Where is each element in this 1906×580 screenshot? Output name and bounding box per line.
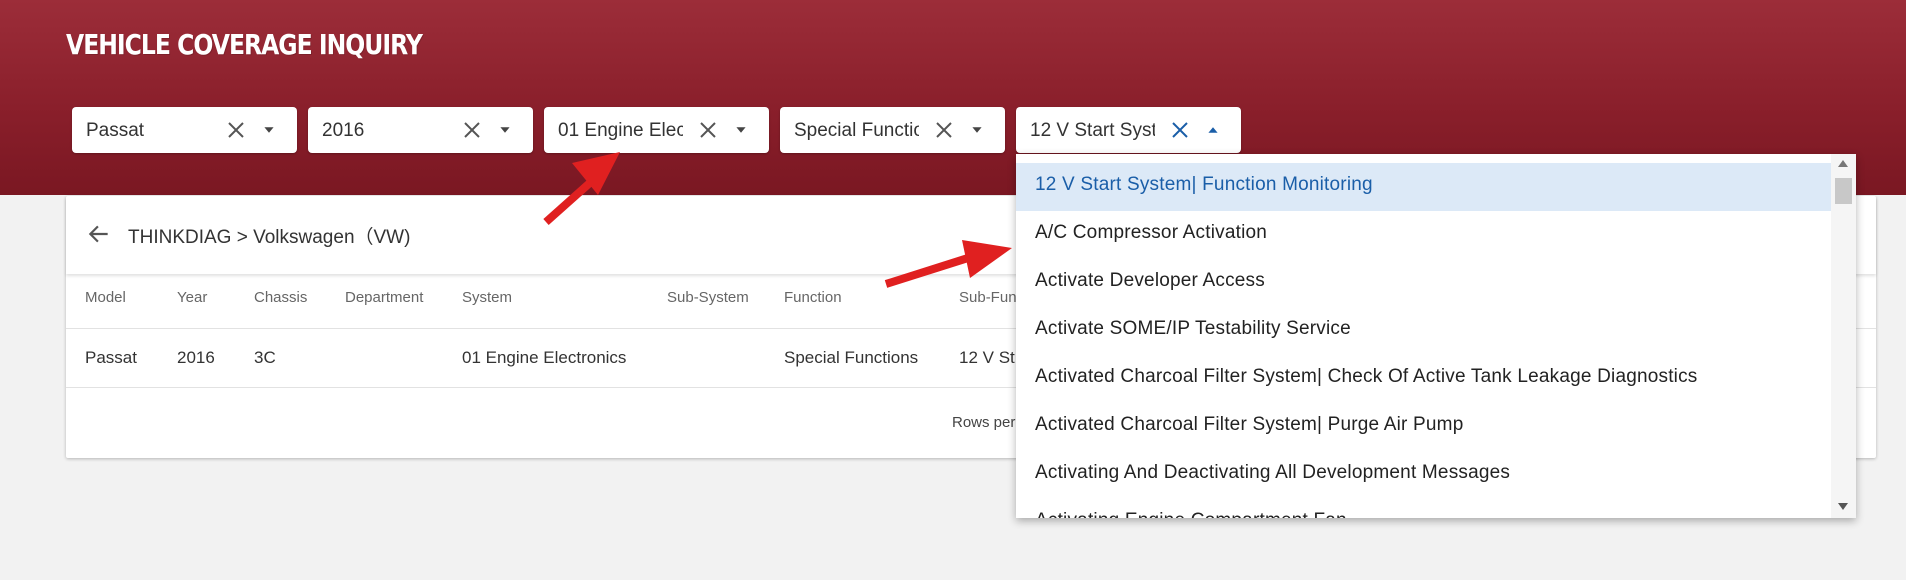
scroll-down-icon[interactable] — [1838, 503, 1848, 510]
table-cell-year: 2016 — [177, 348, 215, 367]
clear-icon[interactable] — [460, 118, 484, 142]
column-header-department[interactable]: Department — [345, 289, 423, 306]
clear-icon[interactable] — [224, 118, 248, 142]
arrow-back-icon[interactable] — [86, 221, 112, 247]
clear-icon[interactable] — [1168, 118, 1192, 142]
scroll-up-icon[interactable] — [1838, 160, 1848, 167]
dropdown-option[interactable]: Activated Charcoal Filter System| Purge … — [1016, 403, 1831, 451]
year-select[interactable]: 2016 — [308, 107, 533, 153]
chevron-down-icon[interactable] — [258, 119, 280, 141]
sub-function-select[interactable]: 12 V Start System| Function Monitoring — [1016, 107, 1241, 153]
clear-icon[interactable] — [696, 118, 720, 142]
system-select[interactable]: 01 Engine Electronics — [544, 107, 769, 153]
column-header-sub-function[interactable]: Sub-Func — [959, 289, 1024, 306]
column-header-model[interactable]: Model — [85, 289, 126, 306]
model-select[interactable]: Passat — [72, 107, 297, 153]
dropdown-option[interactable]: A/C Compressor Activation — [1016, 211, 1831, 259]
chevron-down-icon[interactable] — [966, 119, 988, 141]
table-cell-system: 01 Engine Electronics — [462, 348, 627, 367]
breadcrumb: THINKDIAG > Volkswagen（VW) — [128, 227, 411, 248]
sub-function-select-value: 12 V Start System| Function Monitoring — [1030, 120, 1155, 141]
table-cell-model: Passat — [85, 348, 137, 367]
column-header-chassis[interactable]: Chassis — [254, 289, 307, 306]
system-select-value: 01 Engine Electronics — [558, 120, 683, 141]
table-cell-chassis: 3C — [254, 348, 276, 367]
column-header-sub-system[interactable]: Sub-System — [667, 289, 749, 306]
scrollbar-thumb[interactable] — [1835, 178, 1852, 204]
chevron-up-icon[interactable] — [1202, 119, 1224, 141]
rows-per-page-label: Rows per — [952, 414, 1016, 431]
table-cell-sub-function: 12 V St — [959, 348, 1015, 367]
dropdown-option-selected[interactable]: 12 V Start System| Function Monitoring — [1016, 163, 1831, 211]
model-select-value: Passat — [86, 120, 145, 141]
chevron-down-icon[interactable] — [730, 119, 752, 141]
table-cell-function: Special Functions — [784, 348, 919, 367]
year-select-value: 2016 — [322, 120, 365, 141]
dropdown-scrollbar[interactable] — [1831, 154, 1856, 518]
sub-function-dropdown-list[interactable]: 12 V Start System| Function Monitoring A… — [1016, 154, 1856, 518]
function-select-value: Special Functions — [794, 120, 919, 141]
function-select[interactable]: Special Functions — [780, 107, 1005, 153]
page-title: VEHICLE COVERAGE INQUIRY — [66, 28, 423, 61]
clear-icon[interactable] — [932, 118, 956, 142]
dropdown-option[interactable]: Activating And Deactivating All Developm… — [1016, 451, 1831, 499]
dropdown-option[interactable]: Activate Developer Access — [1016, 259, 1831, 307]
chevron-down-icon[interactable] — [494, 119, 516, 141]
dropdown-option[interactable]: Activating Engine Compartment Fan — [1016, 499, 1831, 518]
dropdown-option[interactable]: Activate SOME/IP Testability Service — [1016, 307, 1831, 355]
column-header-year[interactable]: Year — [177, 289, 207, 306]
column-header-system[interactable]: System — [462, 289, 512, 306]
dropdown-option[interactable]: Activated Charcoal Filter System| Check … — [1016, 355, 1831, 403]
column-header-function[interactable]: Function — [784, 289, 842, 306]
